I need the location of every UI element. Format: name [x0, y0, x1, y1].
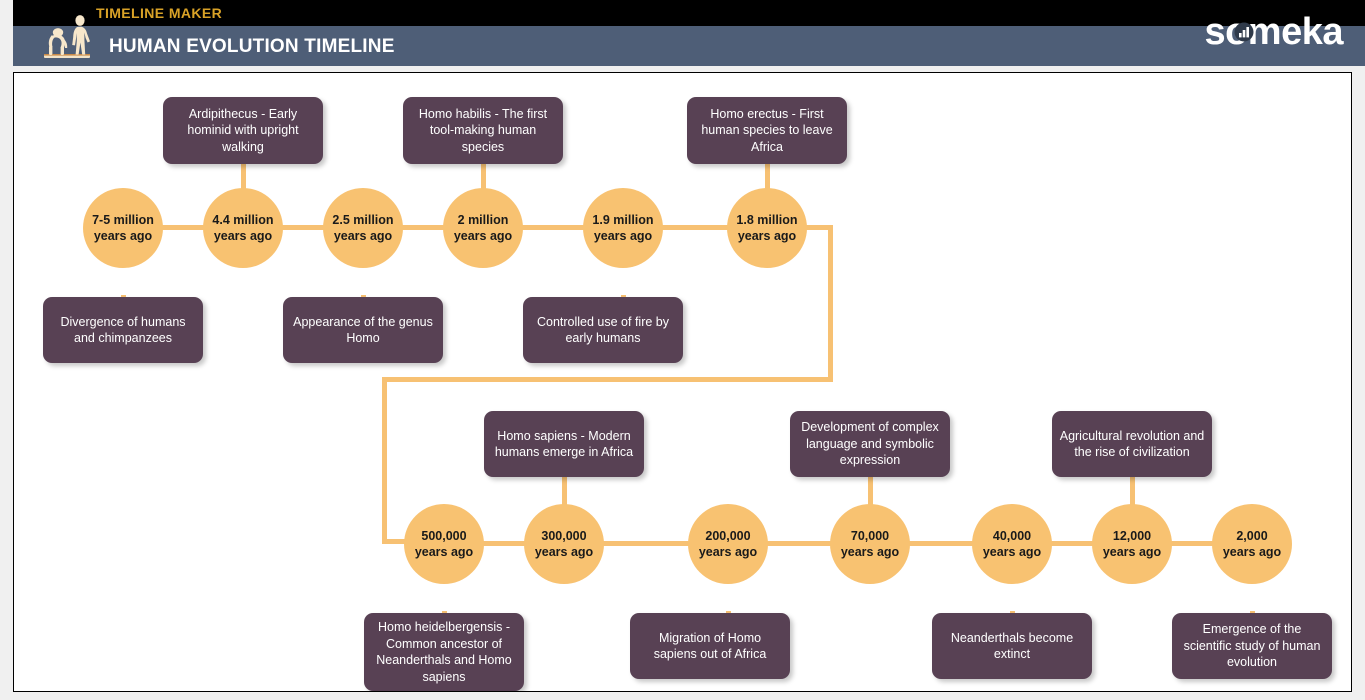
page-header: TIMELINE MAKER HUMAN EVOLUTION TIMELINE … [13, 0, 1365, 66]
label-text: Neanderthals become extinct [950, 630, 1074, 662]
node-date-line1: 200,000 [705, 529, 751, 543]
label-text: Migration of Homo sapiens out of Africa [653, 630, 767, 662]
timeline-node-row2-1[interactable]: 300,000 years ago [524, 504, 604, 584]
node-date-line2: years ago [840, 545, 900, 559]
label-text: Homo sapiens - Modern humans emerge in A… [494, 428, 634, 460]
someka-logo[interactable]: someka [1204, 9, 1343, 55]
header-kicker: TIMELINE MAKER [96, 5, 223, 21]
node-date-line1: 2.5 million [332, 213, 394, 227]
label-text: Divergence of humans and chimpanzees [60, 314, 186, 346]
connector-elbow-seg-down2 [382, 377, 387, 543]
node-date-line1: 70,000 [850, 529, 890, 543]
label-box-row1-0[interactable]: Divergence of humans and chimpanzees [43, 297, 203, 363]
label-box-row2-0[interactable]: Homo heidelbergensis - Common ancestor o… [364, 613, 524, 691]
timeline-node-row1-5[interactable]: 1.8 million years ago [727, 188, 807, 268]
node-date-line2: years ago [1222, 545, 1282, 559]
node-date-line2: years ago [213, 229, 273, 243]
label-text: Appearance of the genus Homo [293, 314, 433, 346]
label-text: Emergence of the scientific study of hum… [1183, 622, 1321, 670]
node-date-line2: years ago [333, 229, 393, 243]
timeline-page: TIMELINE MAKER HUMAN EVOLUTION TIMELINE … [0, 0, 1365, 700]
node-date-line1: 300,000 [541, 529, 587, 543]
page-title: HUMAN EVOLUTION TIMELINE [109, 36, 395, 57]
timeline-canvas: Ardipithecus - Early hominid with uprigh… [13, 72, 1352, 692]
bar-chart-icon [1234, 22, 1254, 42]
timeline-node-row1-0[interactable]: 7-5 million years ago [83, 188, 163, 268]
label-box-row1-2[interactable]: Appearance of the genus Homo [283, 297, 443, 363]
timeline-node-row2-2[interactable]: 200,000 years ago [688, 504, 768, 584]
timeline-node-row2-4[interactable]: 40,000 years ago [972, 504, 1052, 584]
label-box-row1-4[interactable]: Controlled use of fire by early humans [523, 297, 683, 363]
timeline-node-row2-0[interactable]: 500,000 years ago [404, 504, 484, 584]
human-evolution-icon [44, 15, 90, 58]
label-text: Controlled use of fire by early humans [536, 314, 669, 346]
label-box-row1-5[interactable]: Homo erectus - First human species to le… [687, 97, 847, 164]
connector-elbow-seg-down1 [828, 225, 833, 382]
node-date-line2: years ago [982, 545, 1042, 559]
node-date-line2: years ago [737, 229, 797, 243]
node-date-line1: 1.8 million [736, 213, 798, 227]
label-text: Ardipithecus - Early hominid with uprigh… [187, 106, 299, 154]
node-date-line2: years ago [534, 545, 594, 559]
timeline-node-row1-1[interactable]: 4.4 million years ago [203, 188, 283, 268]
node-date-line1: 2,000 [1236, 529, 1268, 543]
label-box-row2-1[interactable]: Homo sapiens - Modern humans emerge in A… [484, 411, 644, 477]
label-box-row2-5[interactable]: Agricultural revolution and the rise of … [1052, 411, 1212, 477]
node-date-line1: 1.9 million [592, 213, 654, 227]
node-date-line2: years ago [698, 545, 758, 559]
timeline-node-row2-6[interactable]: 2,000 years ago [1212, 504, 1292, 584]
someka-wordmark: someka [1204, 11, 1343, 53]
label-box-row2-6[interactable]: Emergence of the scientific study of hum… [1172, 613, 1332, 679]
node-date-line1: 12,000 [1112, 529, 1152, 543]
label-text: Homo erectus - First human species to le… [701, 106, 833, 154]
label-box-row2-4[interactable]: Neanderthals become extinct [932, 613, 1092, 679]
connector-elbow-seg-left [382, 377, 833, 382]
timeline-node-row2-3[interactable]: 70,000 years ago [830, 504, 910, 584]
label-text: Homo heidelbergensis - Common ancestor o… [376, 620, 512, 684]
node-date-line2: years ago [1102, 545, 1162, 559]
node-date-line2: years ago [453, 229, 513, 243]
label-box-row2-3[interactable]: Development of complex language and symb… [790, 411, 950, 477]
timeline-node-row2-5[interactable]: 12,000 years ago [1092, 504, 1172, 584]
node-date-line1: 500,000 [421, 529, 467, 543]
node-date-line2: years ago [414, 545, 474, 559]
label-box-row1-3[interactable]: Homo habilis - The first tool-making hum… [403, 97, 563, 164]
node-date-line1: 40,000 [992, 529, 1032, 543]
timeline-stage: Ardipithecus - Early hominid with uprigh… [14, 73, 1351, 691]
label-box-row2-2[interactable]: Migration of Homo sapiens out of Africa [630, 613, 790, 679]
node-date-line1: 2 million [457, 213, 509, 227]
label-text: Development of complex language and symb… [801, 420, 939, 468]
timeline-node-row1-2[interactable]: 2.5 million years ago [323, 188, 403, 268]
timeline-node-row1-3[interactable]: 2 million years ago [443, 188, 523, 268]
label-text: Agricultural revolution and the rise of … [1059, 428, 1205, 460]
node-date-line2: years ago [93, 229, 153, 243]
timeline-node-row1-4[interactable]: 1.9 million years ago [583, 188, 663, 268]
node-date-line1: 4.4 million [212, 213, 274, 227]
node-date-line2: years ago [593, 229, 653, 243]
label-text: Homo habilis - The first tool-making hum… [418, 106, 548, 154]
node-date-line1: 7-5 million [92, 213, 154, 227]
label-box-row1-1[interactable]: Ardipithecus - Early hominid with uprigh… [163, 97, 323, 164]
